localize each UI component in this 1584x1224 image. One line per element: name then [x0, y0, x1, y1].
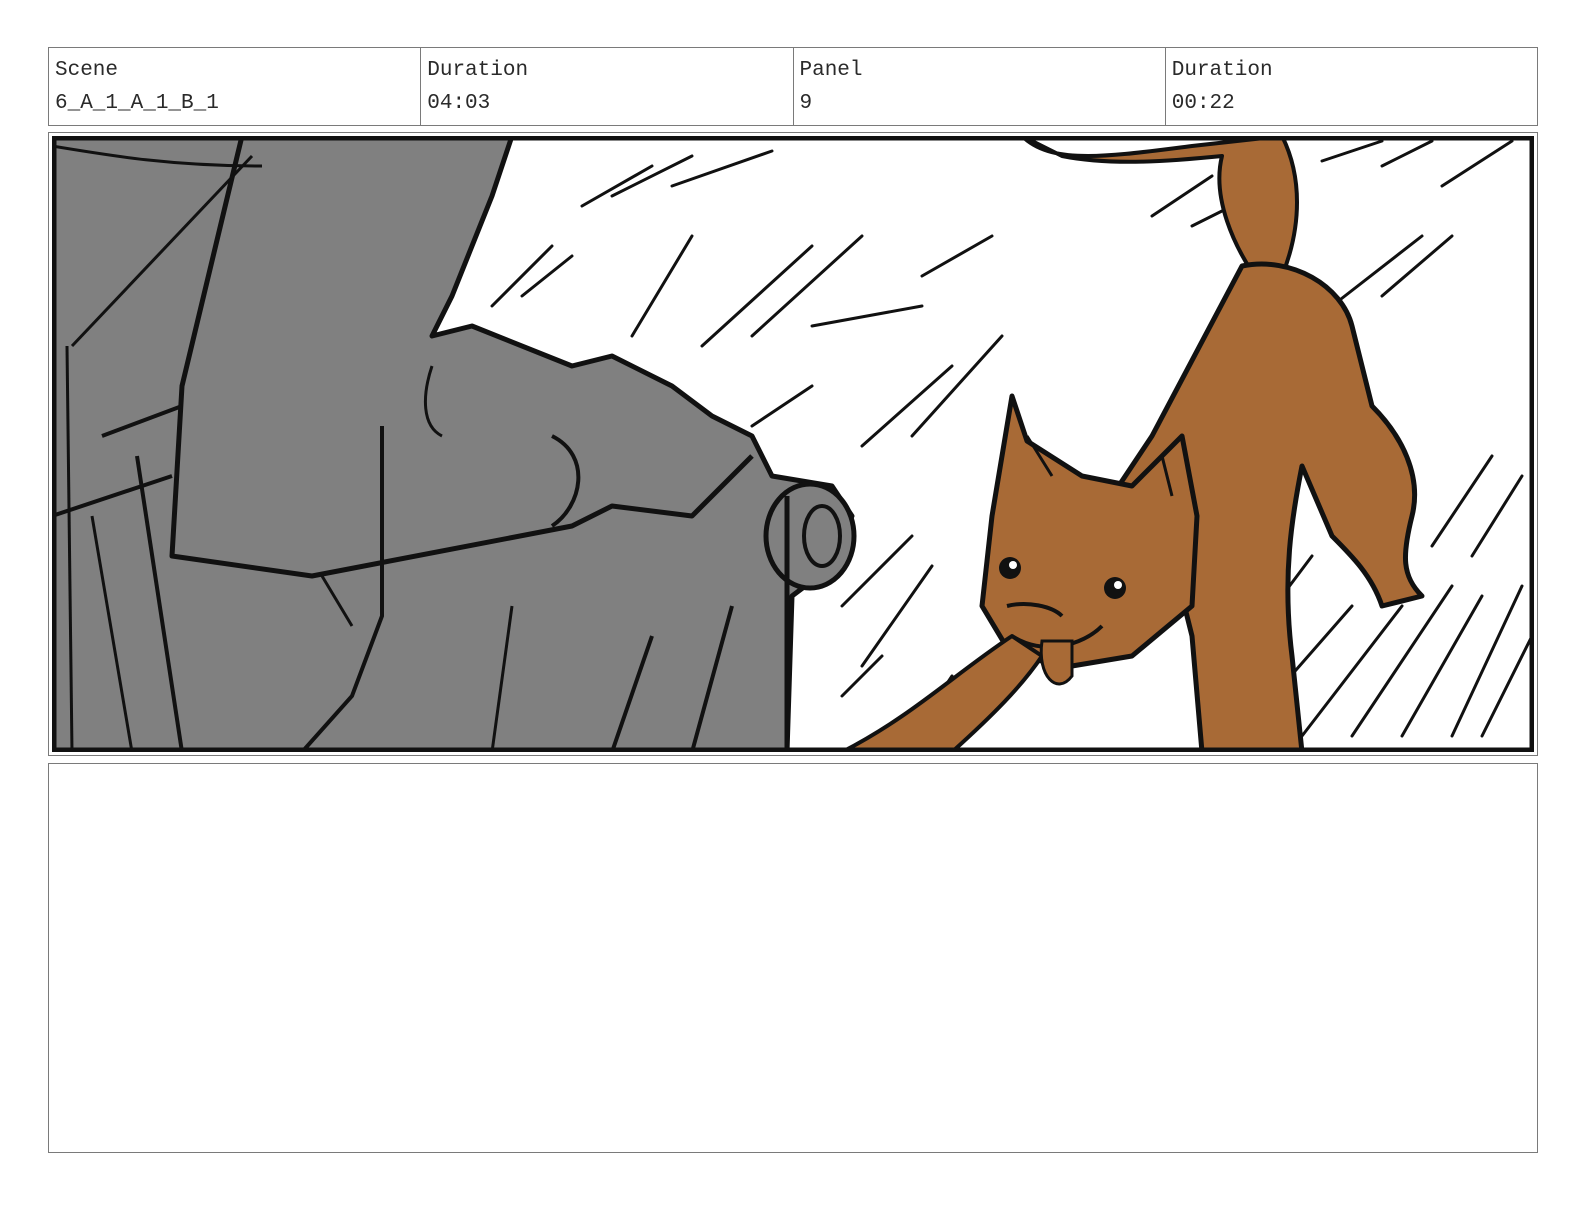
panel-duration-value: 00:22	[1171, 92, 1235, 115]
cat-left-eye	[999, 557, 1021, 579]
scene-duration-value: 04:03	[427, 92, 491, 115]
storyboard-panel	[48, 132, 1538, 756]
scene-duration-cell: Duration 04:03	[421, 48, 794, 125]
panel-duration-cell: Duration 00:22	[1166, 48, 1537, 125]
panel-value: 9	[799, 92, 813, 115]
panel-notes-area[interactable]	[48, 763, 1538, 1153]
scene-duration-label: Duration	[427, 59, 529, 82]
panel-info-header: Scene 6_A_1_A_1_B_1 Duration 04:03 Panel…	[48, 47, 1538, 126]
panel-duration-label: Duration	[1171, 59, 1273, 82]
panel-cell: Panel 9	[794, 48, 1166, 125]
scene-label: Scene	[55, 59, 119, 82]
scene-value: 6_A_1_A_1_B_1	[55, 92, 219, 115]
panel-drawing	[52, 136, 1534, 752]
panel-label: Panel	[799, 59, 863, 82]
cat-right-eye	[1104, 577, 1126, 599]
scene-cell: Scene 6_A_1_A_1_B_1	[49, 48, 422, 125]
